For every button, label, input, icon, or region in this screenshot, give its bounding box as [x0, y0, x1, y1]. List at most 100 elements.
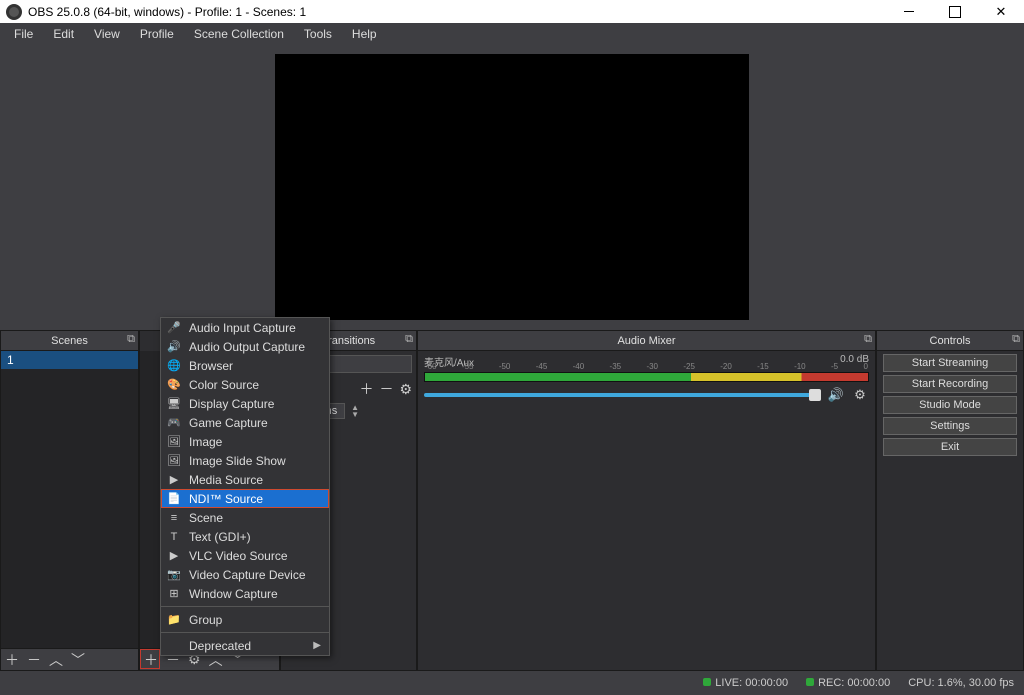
menu-view[interactable]: View [84, 25, 130, 43]
window-max-button[interactable] [932, 0, 978, 23]
scene-item[interactable]: 1 [1, 351, 138, 369]
status-live: LIVE: 00:00:00 [715, 677, 788, 689]
source-type-icon: 🎤 [167, 321, 181, 334]
menu-profile[interactable]: Profile [130, 25, 184, 43]
source-type-icon: ≡ [167, 512, 181, 524]
settings-button[interactable]: Settings [883, 417, 1017, 435]
remove-scene-button[interactable]: － [27, 650, 41, 670]
window-title: OBS 25.0.8 (64-bit, windows) - Profile: … [28, 5, 886, 19]
cmenu-item[interactable]: 🖥Display Capture [161, 394, 329, 413]
cmenu-item[interactable]: 🎮 Game Capture [161, 413, 329, 432]
cmenu-item[interactable]: TText (GDI+) [161, 527, 329, 546]
source-type-icon: 🎨 [167, 378, 181, 391]
panel-controls-header[interactable]: Controls ⧉ [877, 331, 1023, 351]
transition-remove-button[interactable]: － [379, 379, 393, 399]
speaker-icon[interactable]: 🔊 [827, 386, 845, 404]
studio-mode-button[interactable]: Studio Mode [883, 396, 1017, 414]
start-recording-button[interactable]: Start Recording [883, 375, 1017, 393]
popout-icon[interactable]: ⧉ [127, 333, 135, 346]
source-type-icon: 🌐 [167, 359, 181, 372]
cmenu-item[interactable]: ≡ Scene [161, 508, 329, 527]
add-source-context-menu: 🎤 Audio Input Capture 🔊 Audio Output Captur… [160, 317, 330, 656]
cmenu-item-deprecated[interactable]: Deprecated ▶ [161, 636, 329, 655]
meter-ticks: -60-55 -50-45 -40-35 -30-25 -20-15 -10-5… [425, 362, 868, 371]
cmenu-item[interactable]: ▶VLC Video Source [161, 546, 329, 565]
menu-scene-collection[interactable]: Scene Collection [184, 25, 294, 43]
cmenu-label: Color Source [189, 378, 259, 392]
cmenu-label: Audio Input Capture [189, 321, 296, 335]
panel-audio-mixer: Audio Mixer ⧉ 麦克风/Aux 0.0 dB -60-55 -50-… [417, 330, 876, 671]
live-dot-icon [703, 678, 711, 686]
menubar: File Edit View Profile Scene Collection … [0, 23, 1024, 44]
status-rec: REC: 00:00:00 [818, 677, 890, 689]
scene-up-button[interactable]: ︿ [49, 650, 63, 670]
source-type-icon: 🖼 [167, 435, 181, 448]
start-streaming-button[interactable]: Start Streaming [883, 354, 1017, 372]
cmenu-label: Image [189, 435, 222, 449]
cmenu-label: Video Capture Device [189, 568, 306, 582]
source-type-icon: 🎮 [167, 416, 181, 429]
add-source-button[interactable]: ＋ [144, 650, 158, 670]
window-min-button[interactable] [886, 0, 932, 23]
popout-icon[interactable]: ⧉ [1012, 333, 1020, 346]
source-type-icon: 🖼 [167, 454, 181, 467]
cmenu-item[interactable]: 🔊 Audio Output Capture [161, 337, 329, 356]
cmenu-label: Audio Output Capture [189, 340, 305, 354]
exit-button[interactable]: Exit [883, 438, 1017, 456]
panel-mixer-header[interactable]: Audio Mixer ⧉ [418, 331, 875, 351]
cmenu-item[interactable]: 🌐 Browser [161, 356, 329, 375]
cmenu-item[interactable]: 🖼 Image Slide Show [161, 451, 329, 470]
spin-down-icon[interactable]: ▼ [351, 411, 359, 418]
cmenu-label: Scene [189, 511, 223, 525]
popout-icon[interactable]: ⧉ [864, 333, 872, 346]
cmenu-label: VLC Video Source [189, 549, 288, 563]
status-cpu: CPU: 1.6%, 30.00 fps [908, 677, 1014, 689]
panel-scenes: Scenes ⧉ 1 ＋ － ︿ ﹀ [0, 330, 139, 671]
volume-slider[interactable] [424, 393, 821, 397]
panel-scenes-title: Scenes [51, 335, 88, 347]
source-type-icon: 🖥 [167, 397, 181, 410]
source-type-icon: 📄 [167, 492, 181, 505]
source-type-icon: 📷 [167, 568, 181, 581]
source-type-icon: 🔊 [167, 340, 181, 353]
menu-edit[interactable]: Edit [43, 25, 84, 43]
preview-canvas[interactable] [275, 54, 749, 320]
menu-tools[interactable]: Tools [294, 25, 342, 43]
menu-help[interactable]: Help [342, 25, 387, 43]
cmenu-item[interactable]: 🖼 Image [161, 432, 329, 451]
titlebar: OBS 25.0.8 (64-bit, windows) - Profile: … [0, 0, 1024, 23]
cmenu-label: Browser [189, 359, 233, 373]
folder-icon: 📁 [167, 613, 181, 626]
menu-file[interactable]: File [4, 25, 43, 43]
menu-separator [161, 632, 329, 633]
source-type-icon: ⊞ [167, 587, 181, 600]
mixer-gear-icon[interactable]: ⚙ [851, 386, 869, 404]
transition-props-button[interactable]: ⚙ [399, 381, 412, 398]
cmenu-item[interactable]: 🎤 Audio Input Capture [161, 318, 329, 337]
cmenu-label: Window Capture [189, 587, 278, 601]
cmenu-item[interactable]: 📄NDI™ Source [161, 489, 329, 508]
cmenu-item[interactable]: 📷 Video Capture Device [161, 565, 329, 584]
menu-separator [161, 606, 329, 607]
panel-controls: Controls ⧉ Start Streaming Start Recordi… [876, 330, 1024, 671]
transition-add-button[interactable]: ＋ [359, 379, 373, 399]
status-bar: LIVE: 00:00:00 REC: 00:00:00 CPU: 1.6%, … [0, 671, 1024, 695]
cmenu-item-group[interactable]: 📁 Group [161, 610, 329, 629]
audio-meter: -60-55 -50-45 -40-35 -30-25 -20-15 -10-5… [424, 372, 869, 382]
cmenu-item[interactable]: ⊞ Window Capture [161, 584, 329, 603]
cmenu-item[interactable]: 🎨 Color Source [161, 375, 329, 394]
add-scene-button[interactable]: ＋ [5, 650, 19, 670]
cmenu-item[interactable]: ▶ Media Source [161, 470, 329, 489]
rec-dot-icon [806, 678, 814, 686]
cmenu-label: Game Capture [189, 416, 268, 430]
window-close-button[interactable] [978, 0, 1024, 23]
popout-icon[interactable]: ⧉ [405, 333, 413, 346]
scene-down-button[interactable]: ﹀ [71, 650, 85, 670]
submenu-arrow-icon: ▶ [313, 640, 321, 651]
panel-scenes-header[interactable]: Scenes ⧉ [1, 331, 138, 351]
cmenu-label: Image Slide Show [189, 454, 286, 468]
source-type-icon: ▶ [167, 473, 181, 486]
scenes-toolbar: ＋ － ︿ ﹀ [1, 648, 138, 670]
panel-controls-title: Controls [930, 335, 971, 347]
cmenu-label: Media Source [189, 473, 263, 487]
